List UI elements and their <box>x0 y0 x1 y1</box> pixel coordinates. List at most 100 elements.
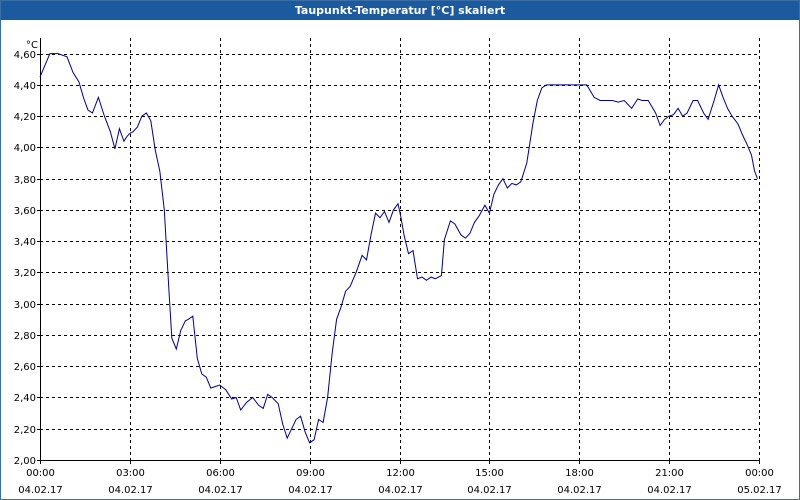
data-point <box>267 394 268 395</box>
data-point <box>754 170 755 171</box>
data-point <box>682 116 683 117</box>
data-point <box>408 253 409 254</box>
data-point <box>225 389 226 390</box>
data-point <box>502 178 503 179</box>
data-point <box>300 416 301 417</box>
data-point <box>49 53 50 54</box>
data-point <box>192 316 193 317</box>
data-point <box>332 353 333 354</box>
data-point <box>757 178 758 179</box>
data-point <box>263 408 264 409</box>
data-point <box>210 388 211 389</box>
y-tick-label: 3,40 <box>14 237 36 248</box>
data-point <box>469 233 470 234</box>
data-point <box>507 187 508 188</box>
x-tick-date-label: 04.02.17 <box>378 485 423 496</box>
x-tick-time-label: 21:00 <box>655 468 684 479</box>
data-point <box>737 123 738 124</box>
x-tick-time-label: 15:00 <box>475 468 504 479</box>
data-point <box>606 100 607 101</box>
data-point <box>176 348 177 349</box>
data-point <box>664 119 665 120</box>
data-point <box>586 84 587 85</box>
data-point <box>366 259 367 260</box>
data-point <box>278 403 279 404</box>
data-point <box>146 112 147 113</box>
data-point <box>637 98 638 99</box>
data-point <box>379 217 380 218</box>
x-tick-date-label: 04.02.17 <box>467 485 512 496</box>
data-point <box>631 108 632 109</box>
y-tick-label: 3,20 <box>14 268 36 279</box>
data-point <box>126 136 127 137</box>
data-point <box>171 338 172 339</box>
y-tick-label: 4,40 <box>14 81 36 92</box>
x-tick-date-label: 04.02.17 <box>108 485 153 496</box>
data-point <box>57 53 58 54</box>
data-point <box>618 102 619 103</box>
data-point <box>98 97 99 98</box>
data-point <box>72 72 73 73</box>
data-point <box>159 170 160 171</box>
data-point <box>318 419 319 420</box>
data-point <box>246 402 247 403</box>
x-tick-time-label: 18:00 <box>565 468 594 479</box>
data-point <box>309 442 310 443</box>
data-point <box>571 84 572 85</box>
y-tick-label: 4,60 <box>14 50 36 61</box>
y-unit-label: °C <box>26 40 38 51</box>
data-point <box>565 84 566 85</box>
data-point <box>673 114 674 115</box>
data-point <box>110 131 111 132</box>
data-point <box>188 319 189 320</box>
data-point <box>478 216 479 217</box>
data-point <box>356 272 357 273</box>
data-point <box>612 100 613 101</box>
y-tick-label: 3,00 <box>14 300 36 311</box>
data-point <box>258 405 259 406</box>
data-point <box>546 84 547 85</box>
data-point <box>708 119 709 120</box>
x-tick-date-label: 04.02.17 <box>288 485 333 496</box>
data-point <box>155 150 156 151</box>
y-tick-label: 2,00 <box>14 456 36 467</box>
grid <box>40 38 760 460</box>
data-point <box>498 184 499 185</box>
data-point <box>39 77 40 78</box>
data-point <box>600 100 601 101</box>
data-point <box>718 84 719 85</box>
data-point <box>350 286 351 287</box>
data-point <box>296 419 297 420</box>
data-point <box>579 84 580 85</box>
data-point <box>465 238 466 239</box>
data-point <box>393 209 394 210</box>
data-point <box>123 141 124 142</box>
data-point <box>384 211 385 212</box>
y-tick-label: 2,40 <box>14 393 36 404</box>
data-point <box>474 222 475 223</box>
data-point <box>417 278 418 279</box>
data-point <box>511 183 512 184</box>
data-point <box>240 409 241 410</box>
y-tick-label: 4,20 <box>14 112 36 123</box>
line-chart: 2,00 2,20 2,40 2,60 2,80 3,00 3,20 3,40 3,60 3,80… <box>14 38 782 496</box>
data-point <box>164 209 165 210</box>
data-point <box>150 120 151 121</box>
data-point <box>559 84 560 85</box>
data-point <box>723 97 724 98</box>
data-point <box>201 373 202 374</box>
data-point <box>236 397 237 398</box>
data-point <box>660 125 661 126</box>
data-point <box>430 277 431 278</box>
data-point <box>141 116 142 117</box>
series-line <box>39 53 758 444</box>
y-tick-label: 2,60 <box>14 362 36 373</box>
y-tick-label: 3,80 <box>14 175 36 186</box>
tick-labels: 2,00 2,20 2,40 2,60 2,80 3,00 3,20 3,40 3,60 3,80… <box>14 40 782 496</box>
data-point <box>287 438 288 439</box>
x-tick-date-label: 04.02.17 <box>647 485 692 496</box>
data-point <box>388 222 389 223</box>
data-point <box>327 397 328 398</box>
data-point <box>454 223 455 224</box>
x-tick-time-label: 00:00 <box>26 468 55 479</box>
